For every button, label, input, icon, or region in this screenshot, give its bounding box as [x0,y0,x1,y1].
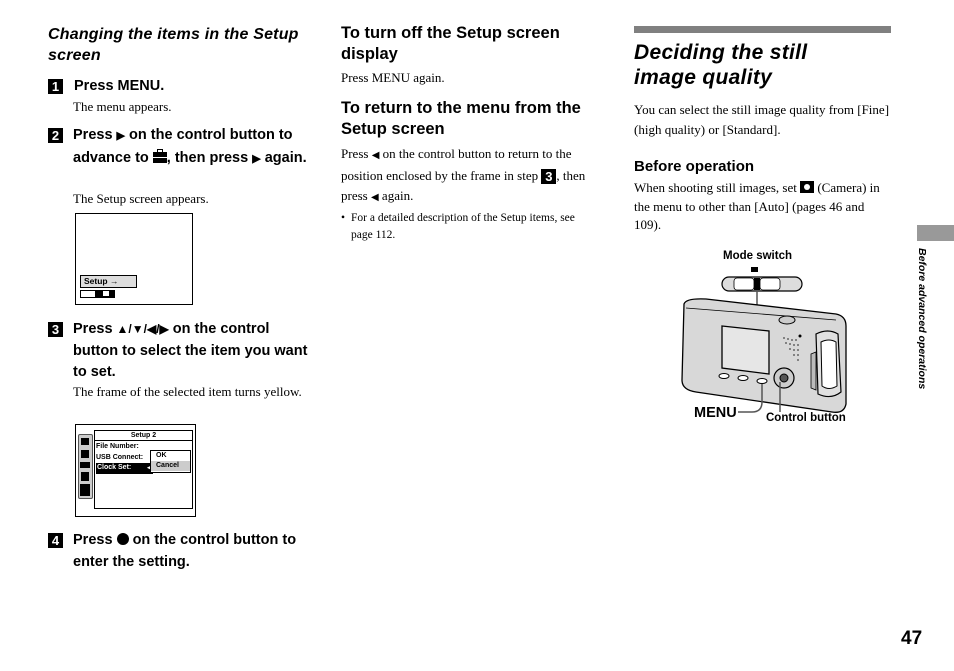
section-title: Changing the items in the Setup screen [48,26,299,64]
step-number: 3 [541,169,557,184]
right-triangle-icon: ▶ [252,152,261,165]
toolbox-icon [152,148,167,163]
step-1: 1 Press MENU. [48,76,308,98]
step-4: 4 Press on the control button to enter t… [48,530,310,573]
step-text: again. [264,149,307,166]
step-number: 1 [48,79,63,94]
heading-return-menu: To return to the menu from the Setup scr… [341,99,581,138]
step-text: Press [73,127,113,143]
step-1-desc: The menu appears. [73,99,172,114]
menu-label: MENU [694,405,737,421]
step-number: 2 [48,128,63,143]
menu-items: File Number: USB Connect: Clock Set:◀ [96,442,153,474]
note: • For a detailed description of the Setu… [341,212,575,241]
toolbox-icon [103,291,109,296]
menu-item-selected: Clock Set:◀ [96,463,153,474]
setup2-screen-illustration: Setup 2 File Number: USB Connect: Clock … [75,424,196,517]
setup-label-box: Setup → [80,275,137,288]
bullet: • [341,212,346,224]
side-tab-label: Before advanced operations [916,248,928,390]
menu-button [756,378,768,384]
camera-mode-icon [751,267,758,272]
options-popup: OK Cancel [150,450,191,473]
option-ok: OK [156,452,167,459]
page-title: Deciding the still image quality [634,41,808,89]
step-number: 3 [48,322,63,337]
menu-item: File Number: [96,443,139,450]
before-operation-text: When shooting still images, set (Camera)… [634,180,880,232]
right-triangle-icon: ▶ [116,130,126,142]
step-3: 3 Press ▲/▼/◀/▶ on the control button to… [48,319,310,384]
step-text: Press [73,321,113,337]
title-bar-rule [634,26,891,33]
page-number: 47 [901,628,923,649]
mode-switch-label: Mode switch [723,250,793,262]
center-button-icon [116,533,129,545]
intro-text: You can select the still image quality f… [634,102,890,137]
step-text: Press MENU. [74,78,165,94]
toolbox-icon [81,472,89,481]
before-operation-heading: Before operation [634,158,755,175]
memory-icon [80,462,90,468]
step-2: 2 Press ▶ on the control button to advan… [48,125,310,170]
side-tab-marker [917,225,954,241]
memory-stick-icon [81,291,95,297]
side-icon-column [78,434,93,499]
menu-item: USB Connect: [96,453,144,461]
left-triangle-icon: ◀ [370,192,379,203]
direction-arrows-icon: ▲/▼/◀/▶ [116,322,169,336]
step-3-desc: The frame of the selected item turns yel… [73,384,302,399]
side-tab: Before advanced operations [914,248,930,408]
return-menu-text: Press ◀ on the control button to return … [341,146,586,203]
heading-turn-off: To turn off the Setup screen display [341,24,560,63]
setup-screen-illustration: Setup → [75,213,193,305]
camera-icon [81,450,89,458]
menu-title: Setup 2 [94,430,193,441]
camera-icon [81,438,89,445]
turn-off-text: Press MENU again. [341,70,445,85]
control-button-label: Control button [766,412,846,424]
toolbox-icon [80,484,90,496]
left-triangle-icon: ◀ [371,150,380,161]
step-2-desc: The Setup screen appears. [73,191,209,206]
option-cancel: Cancel [151,461,190,471]
camera-icon [800,181,815,193]
tab-strip [80,290,115,298]
step-number: 4 [48,533,63,548]
lcd-screen [721,325,770,375]
step-text: Press [73,532,113,548]
step-text: , then press [166,149,249,166]
